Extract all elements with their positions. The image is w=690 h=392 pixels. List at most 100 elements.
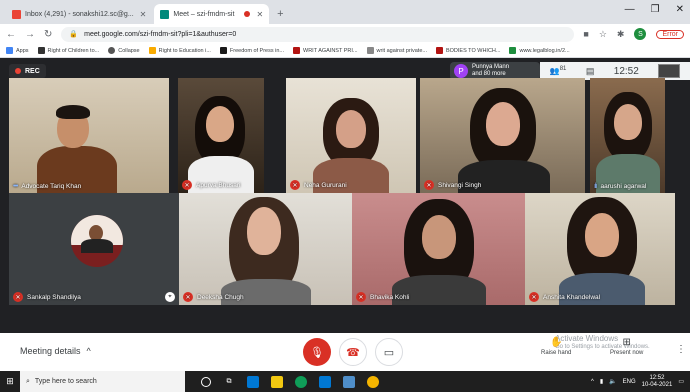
profile-avatar[interactable]: S xyxy=(634,28,647,40)
rec-label: REC xyxy=(25,67,40,75)
close-tab-icon[interactable]: ✕ xyxy=(140,10,147,19)
participant-name: aarushi agarwal xyxy=(600,183,647,190)
error-button[interactable]: Error xyxy=(656,29,684,39)
bookmark-item[interactable]: Freedom of Press in... xyxy=(219,47,284,54)
edge-icon[interactable] xyxy=(295,375,307,388)
search-icon: ⌕ xyxy=(26,377,30,385)
cortana-icon[interactable] xyxy=(201,376,211,387)
store-icon[interactable] xyxy=(247,375,259,388)
volume-icon[interactable]: 🔈 xyxy=(609,378,616,385)
extensions-icon[interactable]: ✱ xyxy=(617,29,625,40)
recording-badge: REC xyxy=(9,64,46,78)
bookmark-icon xyxy=(435,47,443,54)
meeting-details-button[interactable]: Meeting details ^ xyxy=(20,346,91,356)
reload-icon[interactable]: ↻ xyxy=(44,29,52,40)
leave-call-button[interactable]: ☎ xyxy=(339,338,367,366)
present-now-button[interactable]: ⊞ Present now xyxy=(610,337,643,356)
bookmark-icon xyxy=(366,47,374,54)
taskbar-search-box[interactable]: ⌕ Type here to search xyxy=(20,371,185,392)
participant-name: Advocate Tariq Khan xyxy=(21,183,82,190)
windows-taskbar: ⊞ ⌕ Type here to search ⧉ ^ ▮ 🔈 ENG 12:5… xyxy=(0,371,690,392)
participant-tile[interactable]: ✕ Anshita Khandelwal xyxy=(525,193,675,305)
mail-icon[interactable] xyxy=(319,375,331,388)
more-options-icon[interactable]: ⋮ xyxy=(676,344,686,355)
taskbar-clock[interactable]: 12:52 10-04-2021 xyxy=(642,375,673,389)
file-explorer-icon[interactable] xyxy=(271,375,283,388)
tab-label: Meet – szi-fmdm-sit xyxy=(173,10,235,18)
participant-tile[interactable]: ✕ Deeksha Chugh xyxy=(179,193,352,305)
forward-icon[interactable]: → xyxy=(25,29,35,40)
photos-icon[interactable] xyxy=(343,375,355,388)
participant-tile[interactable]: ✕ Shivangi Singh xyxy=(420,78,585,193)
chevron-up-icon[interactable]: ^ xyxy=(591,379,594,385)
bookmark-item[interactable]: Collapse xyxy=(108,47,140,54)
notifications-icon[interactable]: ▭ xyxy=(678,378,684,385)
camera-toggle-button[interactable]: ▭ xyxy=(375,338,403,366)
camera-indicator-icon[interactable]: ■ xyxy=(583,29,588,39)
bookmark-item[interactable]: Right of Children to... xyxy=(37,47,100,54)
participant-tile[interactable]: ılı aarushi agarwal xyxy=(590,78,665,193)
chat-icon[interactable]: ▤ xyxy=(586,66,595,77)
bookmark-item[interactable]: WRIT AGAINST PRI... xyxy=(293,47,358,54)
participant-tile[interactable]: ✕ Neha Gururani xyxy=(286,78,416,193)
participant-name: Anshita Khandelwal xyxy=(543,293,601,301)
bookmark-label: Right of Children to... xyxy=(47,47,100,54)
meeting-details-label: Meeting details xyxy=(20,346,81,356)
battery-icon[interactable]: ▮ xyxy=(600,378,603,385)
maximize-icon[interactable]: ❐ xyxy=(651,4,660,15)
bookmark-label: WRIT AGAINST PRI... xyxy=(303,47,358,54)
url-field[interactable]: 🔒 meet.google.com/szi-fmdm-sit?pli=1&aut… xyxy=(61,26,575,42)
windows-start-icon[interactable]: ⊞ xyxy=(0,371,20,392)
window-controls: — ❐ ✕ xyxy=(625,4,684,15)
taskbar-time: 12:52 xyxy=(649,374,665,381)
presenter-avatar: P xyxy=(454,64,468,78)
mic-off-icon: 🎙 xyxy=(310,346,324,359)
close-window-icon[interactable]: ✕ xyxy=(676,4,684,15)
speaking-indicator-icon: ••• xyxy=(13,183,18,190)
task-view-icon[interactable]: ⧉ xyxy=(223,376,235,388)
bookmark-label: writ against private... xyxy=(376,47,427,54)
taskbar-date: 10-04-2021 xyxy=(641,381,673,388)
participant-tile[interactable]: ••• Advocate Tariq Khan xyxy=(9,78,169,193)
bookmark-icon xyxy=(108,47,116,54)
hand-icon: ✋ xyxy=(549,337,563,348)
close-tab-icon[interactable]: ✕ xyxy=(256,10,263,19)
participant-tile[interactable]: ✕ Sankalp Shandilya ⌖ xyxy=(9,193,179,305)
bookmark-icon xyxy=(219,47,227,54)
microphone-toggle-button[interactable]: 🎙 xyxy=(303,338,331,366)
participant-tile[interactable]: ✕ Bhavika Kohli xyxy=(352,193,525,305)
people-button[interactable]: 👥81 xyxy=(550,66,567,76)
bookmark-item[interactable]: BODIES TO WHICH... xyxy=(435,47,500,54)
star-icon[interactable]: ☆ xyxy=(599,29,607,40)
tab-gmail[interactable]: Inbox (4,291) - sonakshi12.sc@g... ✕ xyxy=(6,4,152,24)
meet-icon xyxy=(160,9,170,19)
participant-name: Neha Gururani xyxy=(304,181,347,189)
chrome-icon[interactable] xyxy=(367,375,379,388)
bookmark-item[interactable]: Right to Education i... xyxy=(148,47,211,54)
participant-tile[interactable]: ✕ Apurva Bhusari xyxy=(178,78,264,193)
participant-name: Shivangi Singh xyxy=(438,181,482,189)
language-indicator[interactable]: ENG xyxy=(623,379,636,385)
recording-dot-icon xyxy=(244,11,251,17)
self-view-thumbnail[interactable] xyxy=(658,64,681,78)
pin-icon[interactable]: ⌖ xyxy=(165,292,175,302)
apps-icon xyxy=(6,47,13,54)
system-tray: ^ ▮ 🔈 ENG 12:52 10-04-2021 ▭ xyxy=(591,371,684,392)
bookmark-icon xyxy=(148,47,156,54)
minimize-icon[interactable]: — xyxy=(625,4,635,15)
raise-hand-button[interactable]: ✋ Raise hand xyxy=(541,337,571,356)
bookmark-item[interactable]: www.legalblog.in/2... xyxy=(509,47,570,54)
camera-icon: ▭ xyxy=(383,346,395,359)
back-icon[interactable]: ← xyxy=(6,29,16,40)
bookmark-item[interactable]: Apps xyxy=(6,47,29,54)
bookmark-label: Collapse xyxy=(118,47,140,54)
chevron-up-icon: ^ xyxy=(86,346,91,356)
bookmark-item[interactable]: writ against private... xyxy=(366,47,427,54)
bookmark-icon xyxy=(37,47,45,54)
new-tab-button[interactable]: + xyxy=(271,4,289,24)
tab-meet[interactable]: Meet – szi-fmdm-sit ✕ xyxy=(154,4,270,24)
mic-off-icon: ✕ xyxy=(290,180,300,190)
participant-name: Bhavika Kohli xyxy=(370,293,410,301)
present-now-label: Present now xyxy=(610,350,644,356)
mic-off-icon: ✕ xyxy=(13,292,23,302)
